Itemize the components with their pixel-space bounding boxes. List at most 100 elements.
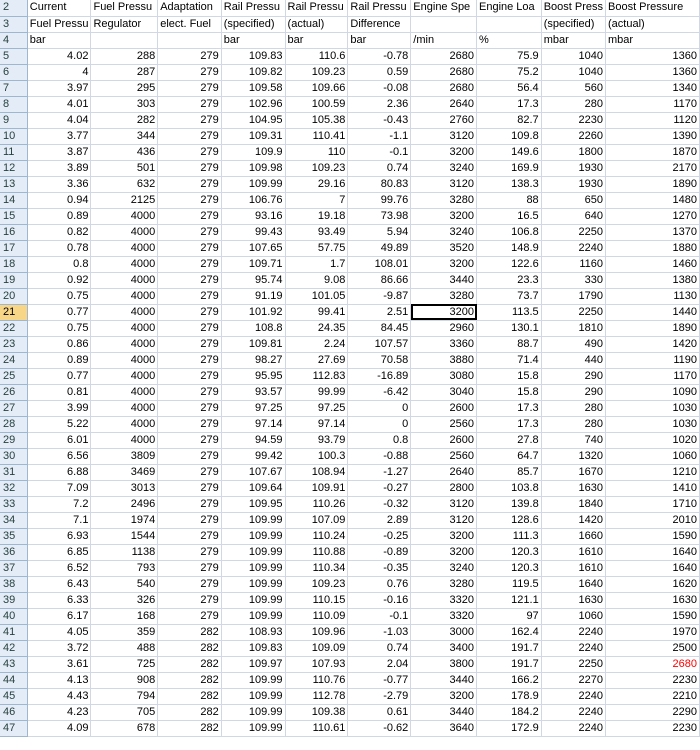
cell-engine-speed[interactable]: 2560 xyxy=(410,448,477,465)
cell-boost-pressure-specified[interactable]: 1420 xyxy=(541,512,607,529)
row-header[interactable]: 31 xyxy=(0,464,28,481)
cell-engine-speed[interactable]: 3000 xyxy=(410,624,477,641)
cell-rail-pressure-specified[interactable]: 95.95 xyxy=(221,368,286,385)
cell-boost-pressure-actual[interactable]: 1090 xyxy=(605,384,700,401)
cell-boost-pressure-specified[interactable]: 1040 xyxy=(541,48,607,65)
cell-engine-speed[interactable]: 3400 xyxy=(410,640,477,657)
cell-engine-speed[interactable]: 3200 xyxy=(410,208,477,225)
cell-fuel-pressure-regulator[interactable]: 168 xyxy=(90,608,159,625)
cell-engine-load[interactable]: 191.7 xyxy=(476,656,542,673)
cell-engine-speed[interactable]: 3120 xyxy=(410,176,477,193)
cell-rail-pressure-difference[interactable]: 2.36 xyxy=(347,96,412,113)
cell-rail-pressure-specified[interactable]: 109.99 xyxy=(221,720,286,737)
row-header[interactable]: 33 xyxy=(0,496,28,513)
cell-fuel-pressure-regulator[interactable]: 4000 xyxy=(90,272,159,289)
cell-rail-pressure-actual[interactable]: 93.79 xyxy=(285,432,349,449)
cell-fuel-pressure-regulator[interactable]: 4000 xyxy=(90,352,159,369)
header-cell-fuel-pressure-regulator[interactable]: Regulator xyxy=(90,16,159,33)
cell-boost-pressure-specified[interactable]: 2260 xyxy=(541,128,607,145)
cell-rail-pressure-difference[interactable]: 49.89 xyxy=(347,240,412,257)
cell-rail-pressure-actual[interactable]: 108.94 xyxy=(285,464,349,481)
cell-adaptation-elect-fuel[interactable]: 279 xyxy=(157,560,222,577)
cell-adaptation-elect-fuel[interactable]: 279 xyxy=(157,320,222,337)
cell-adaptation-elect-fuel[interactable]: 279 xyxy=(157,80,222,97)
cell-rail-pressure-actual[interactable]: 99.99 xyxy=(285,384,349,401)
row-header[interactable]: 4 xyxy=(0,32,28,49)
cell-boost-pressure-actual[interactable]: 2170 xyxy=(605,160,700,177)
cell-boost-pressure-specified[interactable]: 2240 xyxy=(541,240,607,257)
cell-fuel-pressure-regulator[interactable]: 1544 xyxy=(90,528,159,545)
cell-rail-pressure-actual[interactable]: 100.3 xyxy=(285,448,349,465)
cell-engine-load[interactable]: 120.3 xyxy=(476,560,542,577)
row-header[interactable]: 22 xyxy=(0,320,28,337)
cell-rail-pressure-difference[interactable]: -9.87 xyxy=(347,288,412,305)
cell-engine-load[interactable]: 23.3 xyxy=(476,272,542,289)
cell-engine-load[interactable]: 109.8 xyxy=(476,128,542,145)
cell-rail-pressure-specified[interactable]: 99.43 xyxy=(221,224,286,241)
cell-fuel-pressure-regulator[interactable]: 3469 xyxy=(90,464,159,481)
cell-engine-load[interactable]: 75.9 xyxy=(476,48,542,65)
cell-rail-pressure-specified[interactable]: 109.99 xyxy=(221,688,286,705)
cell-adaptation-elect-fuel[interactable]: 279 xyxy=(157,384,222,401)
cell-fuel-pressure-regulator[interactable]: 540 xyxy=(90,576,159,593)
cell-engine-speed[interactable]: 3280 xyxy=(410,576,477,593)
cell-rail-pressure-difference[interactable]: 0.74 xyxy=(347,640,412,657)
cell-boost-pressure-specified[interactable]: 1320 xyxy=(541,448,607,465)
row-header[interactable]: 41 xyxy=(0,624,28,641)
cell-engine-load[interactable]: 75.2 xyxy=(476,64,542,81)
spreadsheet-grid[interactable]: 2 Current Fuel Pressu Adaptation Rail Pressu… xyxy=(0,0,700,737)
cell-engine-speed[interactable]: 2600 xyxy=(410,400,477,417)
cell-rail-pressure-specified[interactable]: 109.99 xyxy=(221,512,286,529)
cell-rail-pressure-specified[interactable]: 101.92 xyxy=(221,304,286,321)
cell-rail-pressure-actual[interactable]: 19.18 xyxy=(285,208,349,225)
cell-engine-load[interactable]: 88.7 xyxy=(476,336,542,353)
row-header[interactable]: 20 xyxy=(0,288,28,305)
cell-boost-pressure-specified[interactable]: 1640 xyxy=(541,576,607,593)
cell-engine-load[interactable]: 27.8 xyxy=(476,432,542,449)
cell-adaptation-elect-fuel[interactable]: 279 xyxy=(157,208,222,225)
cell-boost-pressure-actual[interactable]: 1420 xyxy=(605,336,700,353)
cell-engine-load[interactable]: 120.3 xyxy=(476,544,542,561)
cell-current-fuel-pressure[interactable]: 3.77 xyxy=(27,128,92,145)
cell-rail-pressure-difference[interactable]: -0.16 xyxy=(347,592,412,609)
cell-fuel-pressure-regulator[interactable]: 282 xyxy=(90,112,159,129)
row-header[interactable]: 11 xyxy=(0,144,28,161)
cell-engine-load[interactable]: 172.9 xyxy=(476,720,542,737)
cell-engine-load[interactable]: 103.8 xyxy=(476,480,542,497)
cell-engine-speed[interactable]: 3080 xyxy=(410,368,477,385)
cell-boost-pressure-specified[interactable]: 280 xyxy=(541,416,607,433)
cell-rail-pressure-actual[interactable]: 110.41 xyxy=(285,128,349,145)
cell-boost-pressure-specified[interactable]: 440 xyxy=(541,352,607,369)
cell-engine-load[interactable]: 121.1 xyxy=(476,592,542,609)
cell-rail-pressure-difference[interactable]: 99.76 xyxy=(347,192,412,209)
row-header[interactable]: 19 xyxy=(0,272,28,289)
cell-boost-pressure-specified[interactable]: 1610 xyxy=(541,560,607,577)
cell-rail-pressure-actual[interactable]: 2.24 xyxy=(285,336,349,353)
cell-boost-pressure-actual[interactable]: 2010 xyxy=(605,512,700,529)
cell-engine-load[interactable]: 64.7 xyxy=(476,448,542,465)
row-header[interactable]: 23 xyxy=(0,336,28,353)
cell-current-fuel-pressure[interactable]: 6.01 xyxy=(27,432,92,449)
cell-rail-pressure-specified[interactable]: 109.99 xyxy=(221,176,286,193)
cell-rail-pressure-specified[interactable]: 109.99 xyxy=(221,528,286,545)
cell-fuel-pressure-regulator[interactable]: 1138 xyxy=(90,544,159,561)
cell-fuel-pressure-regulator[interactable]: 326 xyxy=(90,592,159,609)
cell-rail-pressure-difference[interactable]: 0.8 xyxy=(347,432,412,449)
cell-boost-pressure-specified[interactable]: 1810 xyxy=(541,320,607,337)
cell-rail-pressure-actual[interactable]: 24.35 xyxy=(285,320,349,337)
cell-rail-pressure-specified[interactable]: 109.83 xyxy=(221,640,286,657)
cell-engine-speed[interactable]: 2560 xyxy=(410,416,477,433)
row-header[interactable]: 18 xyxy=(0,256,28,273)
cell-adaptation-elect-fuel[interactable]: 282 xyxy=(157,656,222,673)
row-header[interactable]: 10 xyxy=(0,128,28,145)
cell-current-fuel-pressure[interactable]: 4.23 xyxy=(27,704,92,721)
cell-engine-load[interactable]: 139.8 xyxy=(476,496,542,513)
row-header[interactable]: 15 xyxy=(0,208,28,225)
cell-rail-pressure-actual[interactable]: 107.09 xyxy=(285,512,349,529)
cell-adaptation-elect-fuel[interactable]: 279 xyxy=(157,176,222,193)
cell-rail-pressure-actual[interactable]: 93.49 xyxy=(285,224,349,241)
cell-boost-pressure-specified[interactable]: 2230 xyxy=(541,112,607,129)
cell-rail-pressure-specified[interactable]: 106.76 xyxy=(221,192,286,209)
cell-rail-pressure-actual[interactable]: 110.34 xyxy=(285,560,349,577)
cell-boost-pressure-actual[interactable]: 1210 xyxy=(605,464,700,481)
